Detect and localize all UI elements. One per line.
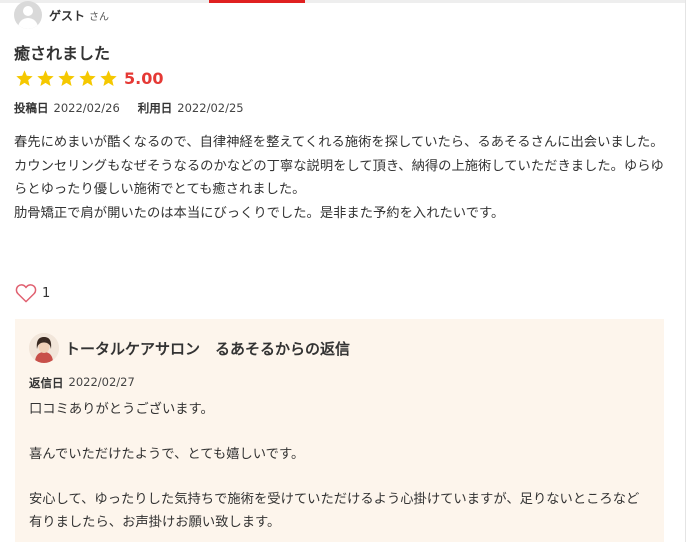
- star-icon: [78, 69, 97, 88]
- reply-body: 口コミありがとうございます。 喜んでいただけたようで、とても嬉しいです。 安心し…: [29, 402, 640, 530]
- reviewer-suffix: さん: [89, 11, 110, 23]
- star-icon: [99, 69, 118, 88]
- star-icon: [15, 69, 34, 88]
- reply-date-label: 返信日: [29, 376, 64, 390]
- star-rating: [15, 69, 120, 88]
- reviewer-info: ゲスト さん: [14, 0, 109, 30]
- star-icon: [57, 69, 76, 88]
- used-date: 2022/02/25: [177, 101, 244, 115]
- shop-reply: トータルケアサロン るあそるからの返信 返信日 2022/02/27 口コミあり…: [15, 319, 664, 542]
- heart-icon[interactable]: [15, 283, 37, 303]
- rating-value: 5.00: [124, 69, 164, 88]
- user-avatar-icon: [14, 1, 42, 29]
- rating: 5.00: [15, 69, 163, 88]
- review-dates: 投稿日 2022/02/26 利用日 2022/02/25: [14, 100, 262, 116]
- reply-header: トータルケアサロン るあそるからの返信: [29, 333, 350, 363]
- like-count: 1: [42, 285, 51, 301]
- active-tab-indicator: [209, 0, 305, 3]
- reply-date-value: 2022/02/27: [68, 375, 135, 389]
- posted-date: 2022/02/26: [53, 101, 120, 115]
- reply-title: トータルケアサロン るあそるからの返信: [65, 339, 351, 358]
- star-icon: [36, 69, 55, 88]
- shop-avatar: [29, 333, 59, 363]
- reply-date: 返信日 2022/02/27: [29, 375, 135, 391]
- review-body: 春先にめまいが酷くなるので、自律神経を整えてくれる施術を探していたら、るあそるさ…: [14, 135, 664, 221]
- like-button[interactable]: 1: [15, 283, 50, 303]
- posted-label: 投稿日: [14, 101, 49, 115]
- used-label: 利用日: [137, 101, 173, 115]
- review-title: 癒されました: [14, 44, 111, 63]
- reviewer-name: ゲスト: [49, 8, 86, 23]
